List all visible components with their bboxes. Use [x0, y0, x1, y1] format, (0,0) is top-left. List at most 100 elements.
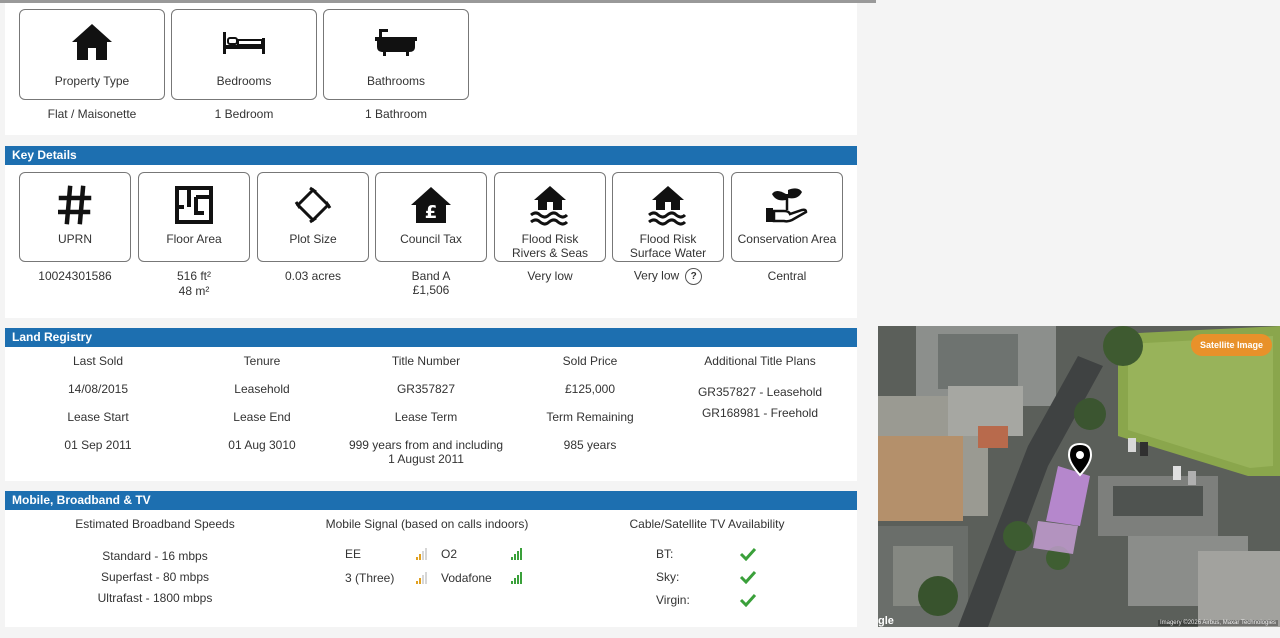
- mobile-broadband-header: Mobile, Broadband & TV: [5, 491, 857, 510]
- plot-size-value: 0.03 acres: [284, 269, 342, 283]
- title-number-value: GR357827: [396, 382, 456, 396]
- flood-risk-surface-text: Very low: [633, 268, 680, 283]
- signal-bar: [520, 548, 522, 560]
- title-number-label: Title Number: [391, 354, 461, 368]
- card-label: UPRN: [57, 232, 92, 246]
- floor-area-sqm: 48 m²: [178, 284, 210, 298]
- card-label-line2: Surface Water: [629, 246, 707, 260]
- sold-price-label: Sold Price: [562, 354, 618, 368]
- key-details-panel: Key Details UPRN 10024301586 Floor Area …: [5, 146, 857, 318]
- card-label: Floor Area: [166, 232, 222, 246]
- mobile-broadband-panel: Mobile, Broadband & TV Estimated Broadba…: [5, 491, 857, 627]
- flood-risk-surface-value: Very low?: [612, 268, 724, 285]
- key-details-header: Key Details: [5, 146, 857, 165]
- hash-icon: [58, 185, 92, 225]
- check-icon: [739, 570, 757, 584]
- svg-text:£: £: [425, 202, 438, 223]
- network-o2: O2: [441, 547, 458, 561]
- flood-icon: [530, 186, 569, 226]
- plot-size-card: Plot Size: [257, 172, 369, 262]
- lease-end-value: 01 Aug 3010: [228, 438, 296, 452]
- card-label-line2: Rivers & Seas: [511, 246, 589, 260]
- signal-bar: [416, 557, 418, 560]
- tenure-value: Leasehold: [234, 382, 290, 396]
- signal-bar: [422, 551, 424, 560]
- land-registry-panel: Land Registry Last Sold Tenure Title Num…: [5, 328, 857, 481]
- card-label: Bedrooms: [216, 74, 272, 88]
- card-label: Council Tax: [400, 232, 462, 246]
- bathtub-icon: [375, 29, 417, 56]
- signal-bar: [514, 554, 516, 560]
- google-logo-fragment: gle: [878, 615, 894, 627]
- signal-icon: [511, 572, 522, 584]
- check-icon: [739, 593, 757, 607]
- bed-icon: [223, 32, 265, 54]
- title-plan-link[interactable]: GR357827 - Leasehold: [675, 385, 845, 399]
- term-remaining-label: Term Remaining: [546, 410, 634, 424]
- signal-bar: [517, 575, 519, 584]
- title-plan-link[interactable]: GR168981 - Freehold: [675, 406, 845, 420]
- flood-risk-rivers-card: Flood Risk Rivers & Seas: [494, 172, 606, 262]
- signal-bar: [419, 578, 421, 584]
- help-icon[interactable]: ?: [685, 268, 703, 285]
- conservation-area-value: Central: [767, 269, 807, 283]
- tenure-label: Tenure: [243, 354, 281, 368]
- signal-bar: [425, 548, 427, 560]
- tv-sky-label: Sky:: [656, 570, 680, 584]
- broadband-standard: Standard - 16 mbps: [102, 549, 208, 563]
- signal-bar: [514, 578, 516, 584]
- map-imagery: [878, 326, 1280, 627]
- lease-start-value: 01 Sep 2011: [64, 438, 132, 452]
- card-label: Conservation Area: [737, 232, 837, 246]
- signal-icon: [511, 548, 522, 560]
- signal-bar: [422, 575, 424, 584]
- lease-start-label: Lease Start: [67, 410, 129, 424]
- check-icon: [739, 547, 757, 561]
- signal-bar: [511, 557, 513, 560]
- card-label: Property Type: [54, 74, 130, 88]
- signal-bar: [416, 581, 418, 584]
- council-tax-band: Band A: [411, 269, 451, 283]
- property-type-value: Flat / Maisonette: [47, 107, 137, 121]
- uprn-card: UPRN: [19, 172, 131, 262]
- term-remaining-value: 985 years: [563, 438, 617, 452]
- house-icon: [72, 24, 112, 60]
- council-tax-icon: £: [411, 187, 451, 223]
- sold-price-value: £125,000: [564, 382, 616, 396]
- satellite-map[interactable]: Satellite Image Imagery ©2026 Airbus, Ma…: [878, 326, 1280, 627]
- property-type-card: Property Type: [19, 9, 165, 100]
- floor-area-card: Floor Area: [138, 172, 250, 262]
- signal-bar: [419, 554, 421, 560]
- bathrooms-card: Bathrooms: [323, 9, 469, 100]
- lease-end-label: Lease End: [233, 410, 291, 424]
- property-summary-panel: Property Type Flat / Maisonette Bedrooms…: [5, 3, 857, 135]
- council-tax-amount: £1,506: [412, 283, 450, 297]
- map-attribution: Imagery ©2026 Airbus, Maxar Technologies: [1157, 620, 1278, 626]
- tv-title: Cable/Satellite TV Availability: [629, 517, 785, 531]
- satellite-image-button[interactable]: Satellite Image: [1190, 334, 1272, 356]
- mobile-signal-title: Mobile Signal (based on calls indoors): [325, 517, 529, 531]
- signal-bar: [511, 581, 513, 584]
- network-vodafone: Vodafone: [441, 571, 492, 585]
- bathrooms-value: 1 Bathroom: [364, 107, 428, 121]
- signal-bar: [517, 551, 519, 560]
- flood-risk-surface-card: Flood Risk Surface Water: [612, 172, 724, 262]
- lease-term-value: 999 years from and including 1 August 20…: [337, 438, 515, 466]
- land-registry-header: Land Registry: [5, 328, 857, 347]
- network-three: 3 (Three): [345, 571, 395, 585]
- broadband-superfast: Superfast - 80 mbps: [100, 570, 210, 584]
- signal-icon: [416, 572, 427, 584]
- plant-hand-icon: [766, 188, 808, 223]
- flood-risk-rivers-value: Very low: [527, 269, 573, 283]
- bedrooms-card: Bedrooms: [171, 9, 317, 100]
- broadband-ultrafast: Ultrafast - 1800 mbps: [97, 591, 213, 605]
- lease-term-line1: 999 years from and including: [348, 438, 504, 452]
- plot-icon: [294, 186, 332, 224]
- last-sold-label: Last Sold: [72, 354, 124, 368]
- lease-term-label: Lease Term: [394, 410, 458, 424]
- tv-virgin-label: Virgin:: [656, 593, 690, 607]
- card-label: Flood Risk: [521, 232, 579, 246]
- card-label: Bathrooms: [366, 74, 426, 88]
- signal-icon: [416, 548, 427, 560]
- last-sold-value: 14/08/2015: [67, 382, 129, 396]
